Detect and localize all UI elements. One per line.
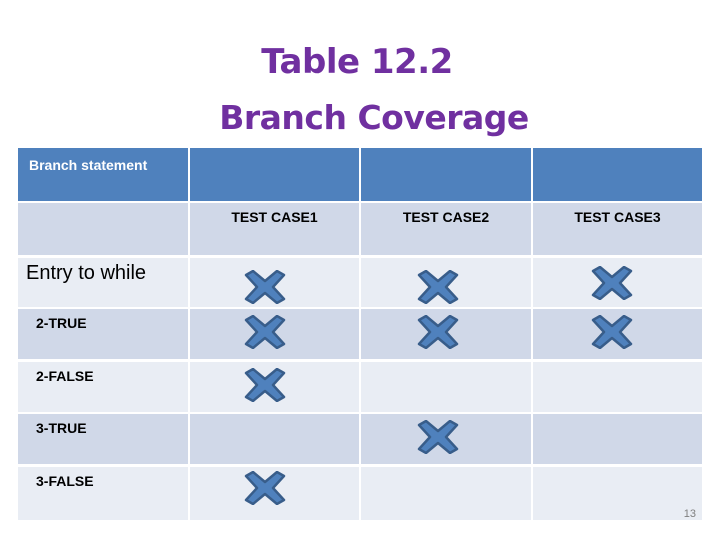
branch-label: 2-TRUE: [36, 315, 87, 331]
cross-mark-icon: [415, 419, 461, 455]
coverage-cell: [533, 309, 702, 359]
cross-mark-icon: [242, 367, 288, 403]
cross-mark-icon: [242, 269, 288, 305]
coverage-cell: [190, 258, 359, 307]
page-number: 13: [683, 508, 696, 520]
table-row: 3-FALSE: [18, 467, 702, 520]
cross-mark-icon: [415, 269, 461, 305]
coverage-cell: [190, 362, 359, 412]
coverage-cell: [361, 309, 531, 359]
table-cell: Entry to while: [18, 258, 188, 307]
test-case-label: TEST CASE2: [402, 209, 490, 225]
table-row: 2-FALSE: [18, 362, 702, 412]
coverage-cell: [190, 414, 359, 464]
coverage-cell: [533, 414, 702, 464]
cross-mark-icon: [242, 470, 288, 506]
branch-label: Entry to while: [26, 262, 147, 284]
coverage-cell: [361, 467, 531, 520]
table-cell: [18, 203, 188, 255]
table-cell: 2-FALSE: [18, 362, 188, 412]
table-row: 3-TRUE: [18, 414, 702, 464]
cross-mark-icon: [589, 265, 635, 301]
table-row: Entry to while: [18, 258, 702, 307]
cross-mark-icon: [415, 314, 461, 350]
header-cell: Branch statement: [18, 148, 188, 201]
header-branch-statement: Branch statement: [29, 157, 148, 173]
coverage-cell: [361, 362, 531, 412]
test-case-label: TEST CASE1: [231, 209, 318, 225]
table-cell: 2-TRUE: [18, 309, 188, 359]
coverage-cell: [190, 309, 359, 359]
coverage-cell: [533, 467, 702, 520]
branch-label: 2-FALSE: [36, 368, 94, 384]
coverage-cell: [361, 258, 531, 307]
coverage-cell: [533, 362, 702, 412]
table-row: 2-TRUE: [18, 309, 702, 359]
table-cell: TEST CASE1: [190, 203, 359, 255]
table-header-row: Branch statement: [18, 148, 702, 201]
slide-title: Table 12.2: [261, 42, 453, 82]
test-case-row: TEST CASE1 TEST CASE2 TEST CASE3: [18, 203, 702, 255]
header-cell: [190, 148, 359, 201]
table-cell: 3-FALSE: [18, 467, 188, 520]
test-case-label: TEST CASE3: [574, 209, 661, 225]
header-cell: [361, 148, 531, 201]
coverage-cell: [533, 258, 702, 307]
slide-subtitle: Branch Coverage: [219, 98, 529, 137]
table-cell: 3-TRUE: [18, 414, 188, 464]
table-cell: TEST CASE3: [533, 203, 702, 255]
cross-mark-icon: [242, 314, 288, 350]
branch-label: 3-FALSE: [36, 473, 94, 489]
cross-mark-icon: [589, 314, 635, 350]
header-cell: [533, 148, 702, 201]
coverage-cell: [190, 467, 359, 520]
table-cell: TEST CASE2: [361, 203, 531, 255]
coverage-cell: [361, 414, 531, 464]
branch-label: 3-TRUE: [36, 420, 87, 436]
